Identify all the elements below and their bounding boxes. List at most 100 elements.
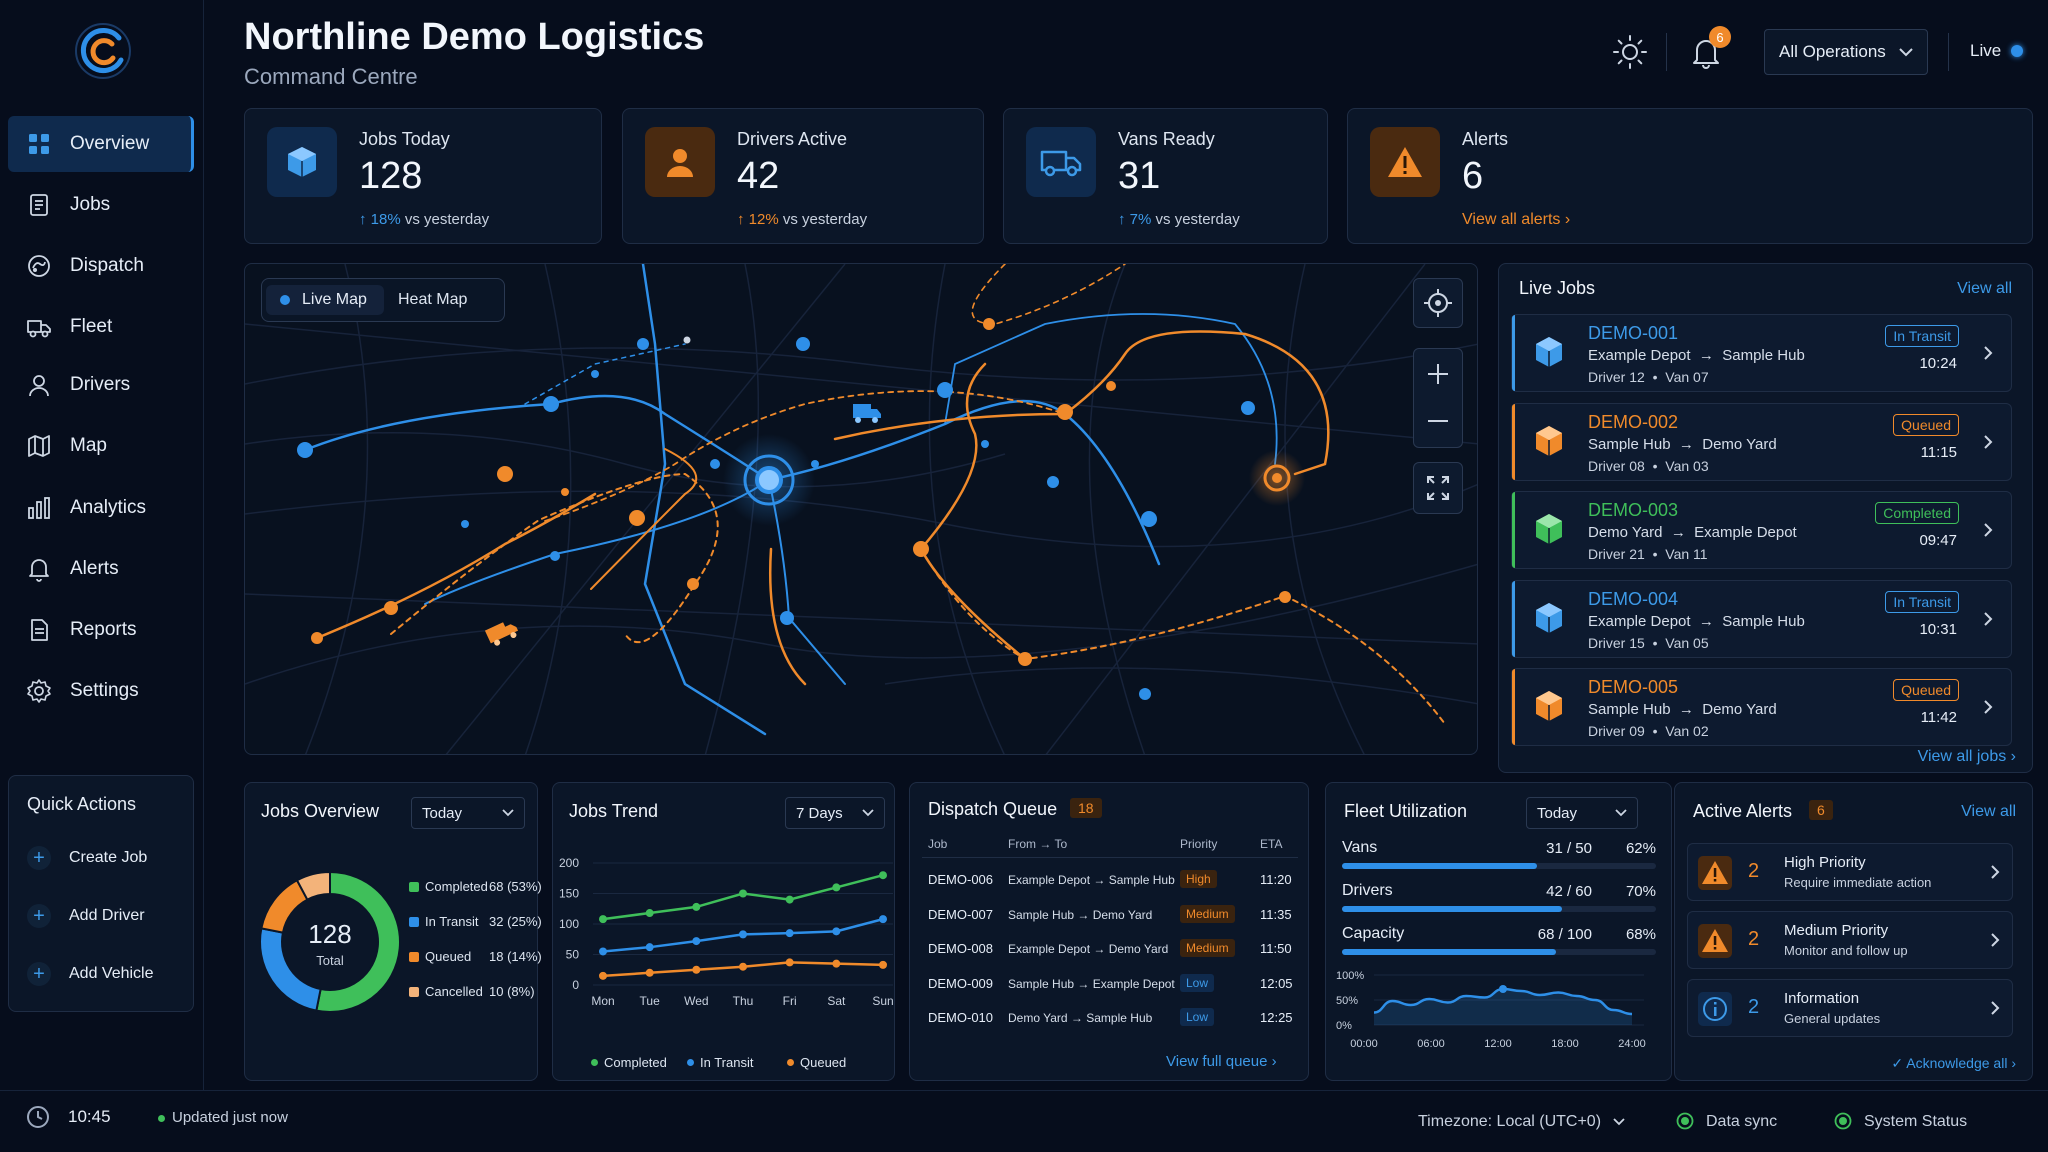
live-job-row[interactable]: DEMO-002 Sample Hub → Demo Yard Driver 08 …: [1511, 402, 2012, 481]
theme-toggle-sun-icon[interactable]: [1612, 34, 1648, 70]
map-canvas[interactable]: [245, 264, 1478, 755]
acknowledge-all-link[interactable]: ✓ Acknowledge all ›: [1891, 1055, 2016, 1072]
y-tick-label: 150: [559, 887, 579, 901]
donut-total-label: Total: [316, 953, 344, 968]
create-job-button[interactable]: + Create Job: [27, 846, 147, 870]
alert-row[interactable]: 2 Medium Priority Monitor and follow up: [1687, 911, 2013, 969]
data-point: [832, 927, 841, 936]
job-route: Demo Yard → Example Depot: [1588, 524, 1797, 541]
donut-legend-item: In Transit 32 (25%): [409, 914, 542, 929]
fleet-row-vans: Vans 31 / 50 62%: [1326, 839, 1673, 873]
quick-actions-title: Quick Actions: [27, 794, 137, 814]
sidebar-item-jobs[interactable]: Jobs: [8, 177, 194, 233]
timezone-select[interactable]: Timezone: Local (UTC+0): [1418, 1113, 1625, 1131]
stat-card-jobs-today[interactable]: Jobs Today 128 ↑ 18% vs yesterday: [244, 108, 602, 244]
locate-button[interactable]: [1413, 278, 1463, 328]
view-all-jobs-link[interactable]: View all jobs ›: [1918, 748, 2016, 766]
stat-card-vans-ready[interactable]: Vans Ready 31 ↑ 7% vs yesterday: [1003, 108, 1328, 244]
sidebar-item-drivers[interactable]: Drivers: [8, 357, 194, 413]
legend-swatch: [687, 1059, 694, 1066]
sidebar-item-label: Alerts: [70, 558, 119, 579]
view-full-queue-link[interactable]: View full queue ›: [1166, 1053, 1277, 1070]
grid-icon: [29, 134, 49, 154]
x-tick-label: Thu: [733, 994, 754, 1008]
tab-live-map[interactable]: Live Map: [266, 285, 384, 315]
jobs-trend-panel: Jobs Trend 7 Days 0 50 100 150 200 Mon Tue Wed T…: [552, 782, 895, 1081]
live-job-row[interactable]: DEMO-004 Example Depot → Sample Hub Driver…: [1511, 579, 2012, 658]
van-marker-blue-icon[interactable]: [853, 404, 881, 423]
live-job-row[interactable]: DEMO-001 Example Depot → Sample Hub Driver…: [1511, 314, 2012, 392]
table-row[interactable]: DEMO-006 Example Depot → Sample Hub High 11…: [910, 869, 1310, 893]
view-all-alerts-link[interactable]: View all alerts ›: [1462, 211, 1570, 229]
tab-heat-map[interactable]: Heat Map: [398, 285, 498, 315]
jobs-trend-range-select[interactable]: 7 Days: [785, 797, 885, 829]
jobs-overview-range-select[interactable]: Today: [411, 797, 525, 829]
table-row[interactable]: DEMO-008 Example Depot → Demo Yard Medium 1…: [910, 938, 1310, 962]
active-alerts-view-all-link[interactable]: View all: [1961, 803, 2016, 821]
job-driver-van: Driver 12 • Van 07: [1588, 369, 1709, 385]
queue-job-id: DEMO-006: [928, 872, 994, 887]
notification-count-badge: 6: [1709, 26, 1731, 48]
stat-card-alerts[interactable]: Alerts 6 View all alerts ›: [1347, 108, 2033, 244]
chevron-right-icon: [1984, 523, 1993, 537]
arrow-right-icon: →: [1674, 435, 1699, 453]
sidebar-item-analytics[interactable]: Analytics: [8, 480, 194, 536]
stat-card-drivers-active[interactable]: Drivers Active 42 ↑ 12% vs yesterday: [622, 108, 984, 244]
live-job-row[interactable]: DEMO-005 Sample Hub → Demo Yard Driver 09 …: [1511, 668, 2012, 746]
sidebar-item-label: Overview: [70, 133, 150, 154]
arrow-right-icon: →: [1694, 612, 1719, 630]
live-job-row[interactable]: DEMO-003 Demo Yard → Example Depot Driver …: [1511, 491, 2012, 569]
trend-legend-item: Completed: [591, 1055, 667, 1070]
van-marker-orange-icon[interactable]: [484, 618, 520, 648]
user-icon: [29, 375, 49, 397]
job-id: DEMO-002: [1588, 411, 1679, 432]
zoom-out-icon[interactable]: [1414, 399, 1462, 447]
sidebar-item-fleet[interactable]: Fleet: [8, 299, 194, 355]
sidebar-item-reports[interactable]: Reports: [8, 602, 194, 658]
job-driver-van: Driver 09 • Van 02: [1588, 723, 1709, 739]
plus-icon: +: [27, 962, 51, 986]
alert-title: Medium Priority: [1784, 922, 1889, 939]
add-driver-button[interactable]: + Add Driver: [27, 904, 145, 928]
live-map-panel[interactable]: Live Map Heat Map: [244, 263, 1478, 755]
alert-row[interactable]: 2 Information General updates: [1687, 979, 2013, 1037]
fullscreen-button[interactable]: [1413, 462, 1463, 514]
sidebar-item-overview[interactable]: Overview: [8, 116, 194, 172]
add-vehicle-button[interactable]: + Add Vehicle: [27, 962, 154, 986]
sidebar-item-settings[interactable]: Settings: [8, 663, 194, 719]
sidebar-item-dispatch[interactable]: Dispatch: [8, 238, 194, 294]
x-tick-label: 00:00: [1350, 1038, 1378, 1050]
package-cube-icon: [1536, 425, 1562, 456]
data-point: [879, 871, 887, 880]
alert-subtitle: General updates: [1784, 1011, 1881, 1026]
job-eta: 10:24: [1919, 355, 1957, 372]
sidebar-item-map[interactable]: Map: [8, 418, 194, 474]
stat-label: Jobs Today: [359, 129, 450, 149]
fleet-range-select[interactable]: Today: [1526, 797, 1638, 829]
active-alerts-panel: Active Alerts 6 View all 2 High Priority R…: [1674, 782, 2033, 1081]
donut-total-value: 128: [308, 919, 352, 949]
data-point: [785, 895, 794, 904]
trend-legend-item: In Transit: [687, 1055, 753, 1070]
fleet-progress-bar: [1342, 949, 1656, 955]
queue-eta: 11:35: [1260, 906, 1292, 922]
zoom-in-icon[interactable]: [1414, 349, 1462, 399]
chevron-right-icon: [1991, 933, 2000, 947]
queue-job-id: DEMO-007: [928, 906, 994, 922]
status-dot-icon: [158, 1115, 165, 1122]
x-tick-label: Sun: [872, 994, 893, 1008]
live-jobs-view-all-link[interactable]: View all: [1957, 280, 2012, 298]
job-route: Example Depot → Sample Hub: [1588, 347, 1805, 364]
queue-job-id: DEMO-009: [928, 975, 994, 991]
alert-row[interactable]: 2 High Priority Require immediate action: [1687, 843, 2013, 901]
operations-select[interactable]: All Operations: [1764, 29, 1928, 75]
sidebar-item-alerts[interactable]: Alerts: [8, 541, 194, 597]
table-row[interactable]: DEMO-007 Sample Hub → Demo Yard Medium 11:3…: [910, 904, 1310, 928]
table-row[interactable]: DEMO-010 Demo Yard → Sample Hub Low 12:25: [910, 1007, 1310, 1031]
live-indicator[interactable]: Live: [1970, 41, 2024, 61]
data-point: [645, 968, 654, 977]
dispatch-queue-panel: Dispatch Queue 18 Job From → To Priority…: [909, 782, 1309, 1081]
legend-swatch: [409, 986, 419, 997]
table-row[interactable]: DEMO-009 Sample Hub → Example Depot Low 12:…: [910, 973, 1310, 997]
status-footer: 10:45 Updated just now Timezone: Local (…: [0, 1090, 2048, 1152]
